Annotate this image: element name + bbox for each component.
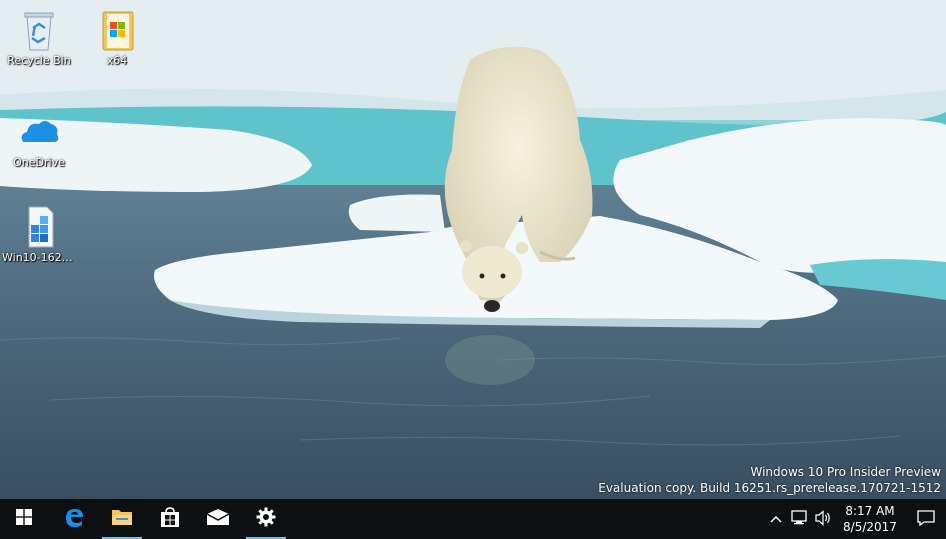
chevron-up-icon: [770, 512, 782, 526]
desktop-icon-onedrive[interactable]: OneDrive: [0, 110, 78, 169]
store-button[interactable]: [146, 499, 194, 539]
show-hidden-icons-button[interactable]: [764, 499, 788, 539]
edge-button[interactable]: [50, 499, 98, 539]
polar-bear-wallpaper-image: [0, 0, 946, 499]
network-button[interactable]: [788, 499, 812, 539]
clock-time: 8:17 AM: [845, 504, 895, 518]
store-icon: [159, 506, 181, 532]
desktop-icon-label: x64: [106, 54, 128, 67]
network-icon: [791, 509, 809, 529]
taskbar-clock[interactable]: 8:17 AM 8/5/2017: [840, 503, 900, 535]
folder-icon: [111, 507, 133, 531]
desktop-icon-label: OneDrive: [13, 156, 65, 169]
edge-icon: [63, 506, 85, 532]
windows-logo-icon: [16, 509, 32, 529]
desktop-icon-recycle-bin[interactable]: Recycle Bin: [0, 8, 78, 67]
registry-file-icon: [15, 205, 63, 249]
file-explorer-button[interactable]: [98, 499, 146, 539]
folder-icon: [93, 8, 141, 52]
evaluation-watermark: Windows 10 Pro Insider Preview Evaluatio…: [598, 464, 941, 496]
notification-icon: [917, 509, 935, 529]
onedrive-icon: [15, 110, 63, 154]
gear-icon: [256, 507, 276, 531]
desktop-icon-label: Win10-1625...: [2, 251, 78, 264]
volume-button[interactable]: [812, 499, 836, 539]
recycle-bin-icon: [15, 8, 63, 52]
desktop-icon-label: Recycle Bin: [7, 54, 71, 67]
start-button[interactable]: [0, 499, 48, 539]
desktop-icon-x64-folder[interactable]: x64: [78, 8, 156, 67]
mail-button[interactable]: [194, 499, 242, 539]
settings-button[interactable]: [242, 499, 290, 539]
system-tray: 8:17 AM 8/5/2017: [764, 499, 946, 539]
clock-date: 8/5/2017: [843, 520, 897, 534]
desktop-wallpaper: [0, 0, 946, 499]
action-center-button[interactable]: [906, 499, 946, 539]
watermark-build: Evaluation copy. Build 16251.rs_prerelea…: [598, 481, 941, 495]
speaker-icon: [815, 509, 833, 529]
mail-icon: [206, 508, 230, 530]
watermark-edition: Windows 10 Pro Insider Preview: [750, 465, 941, 479]
taskbar: 8:17 AM 8/5/2017: [0, 499, 946, 539]
desktop-icon-registry-file[interactable]: Win10-1625...: [0, 205, 78, 264]
